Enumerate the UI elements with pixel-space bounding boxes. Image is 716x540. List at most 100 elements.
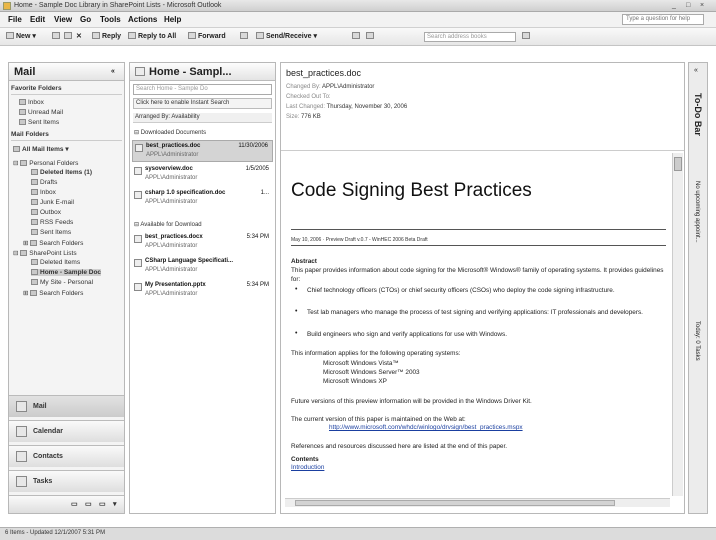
tasks-label: Today: 0 Tasks [694,321,700,361]
menu-view[interactable]: View [54,15,72,24]
send-receive-button[interactable]: Send/Receive ▾ [256,32,317,40]
list-item[interactable]: csharp 1.0 specification.doc 1... APPL\Adm… [132,188,273,210]
menu-edit[interactable]: Edit [30,15,45,24]
toolbar: New ▾ ✕ Reply Reply to All Forward Send/… [0,28,716,46]
folder-drafts[interactable]: Drafts [31,179,57,186]
notes-icon[interactable]: ▭ [71,500,78,508]
scroll-thumb[interactable] [295,500,615,506]
vertical-scrollbar[interactable] [672,153,683,496]
personal-folders-icon [20,160,28,166]
move-button[interactable] [64,32,74,40]
nav-header: Mail « [9,63,124,81]
new-button[interactable]: New ▾ [6,32,36,40]
os-item: Microsoft Windows Server™ 2003 [323,369,420,376]
junk-mail-icon [31,199,38,205]
flag-button[interactable] [240,32,250,40]
close-button[interactable]: × [700,2,704,9]
send-receive-icon [256,32,264,39]
nav-tasks-button[interactable]: Tasks [9,470,124,492]
sent-items-icon [31,229,38,235]
applies-text: This information applies for the followi… [291,350,461,357]
bullet-item: Test lab managers who manage the process… [307,309,643,316]
list-item[interactable]: My Presentation.pptx 5:34 PM APPL\Administ… [132,280,273,302]
fav-unread-mail[interactable]: Unread Mail [19,109,63,116]
folder-my-site[interactable]: My Site - Personal [31,279,93,286]
document-date-line: May 10, 2006 · Preview Draft v.0.7 - Win… [291,237,428,243]
list-item[interactable]: best_practices.doc 11/30/2006 APPL\Adminis… [132,140,273,162]
arranged-by-header[interactable]: Arranged By: Availability [133,113,272,123]
reply-all-button[interactable]: Reply to All [128,32,176,40]
document-title: Code Signing Best Practices [291,180,532,201]
all-mail-items[interactable]: All Mail Items ▾ [13,145,69,153]
folder-home-sample-doc[interactable]: Home - Sample Doc [31,269,102,276]
folder-inbox[interactable]: Inbox [31,189,56,196]
references-text: References and resources discussed here … [291,443,507,450]
help-button[interactable] [522,32,532,40]
menu-tools[interactable]: Tools [100,15,121,24]
enable-instant-search-button[interactable]: Click here to enable Instant Search [133,98,272,109]
maximize-button[interactable]: □ [686,2,690,9]
delete-button[interactable]: ✕ [76,32,82,40]
navigation-pane: Mail « Favorite Folders Inbox Unread Mail… [8,62,125,514]
list-item[interactable]: sysoverview.doc 1/5/2005 APPL\Administrato… [132,164,273,186]
folder-search-folders-2[interactable]: ⊞ Search Folders [23,289,83,297]
reading-header: best_practices.doc Changed By: APPL\Admi… [281,63,684,151]
list-item[interactable]: best_practices.docx 5:34 PM APPL\Administr… [132,232,273,254]
fav-sent-items[interactable]: Sent Items [19,119,59,126]
folder-personal-folders[interactable]: ⊟ Personal Folders [13,159,78,167]
folder-sharepoint-lists[interactable]: ⊟ SharePoint Lists [13,249,77,257]
os-item: Microsoft Windows Vista™ [323,360,399,367]
menu-file[interactable]: File [8,15,22,24]
menu-go[interactable]: Go [80,15,91,24]
folder-outbox[interactable]: Outbox [31,209,61,216]
folder-list-icon[interactable]: ▭ [85,500,92,508]
web-link[interactable]: http://www.microsoft.com/whdc/winlogo/dr… [329,424,523,431]
todo-bar-title[interactable]: To-Do Bar [693,93,703,136]
folder-rss-feeds[interactable]: RSS Feeds [31,219,73,226]
folder-sent-items[interactable]: Sent Items [31,229,71,236]
collapse-nav-icon[interactable]: « [111,68,115,75]
folder-sp-deleted-items[interactable]: Deleted Items [31,259,80,266]
reply-icon [92,32,100,39]
horizontal-scrollbar[interactable] [285,498,670,507]
group-downloaded[interactable]: ⊟ Downloaded Documents [134,129,206,136]
configure-buttons-icon[interactable]: ▾ [113,500,117,508]
forward-button[interactable]: Forward [188,32,226,40]
reply-button[interactable]: Reply [92,32,121,40]
print-button[interactable] [52,32,62,40]
help-icon [522,32,530,39]
mail-folders-header[interactable]: Mail Folders [11,131,122,141]
contacts-icon [16,451,27,462]
document-library-icon [31,279,38,285]
word-doc-icon [134,191,142,199]
favorite-folders-header[interactable]: Favorite Folders [11,85,122,95]
group-available[interactable]: ⊟ Available for Download [134,221,202,228]
introduction-link[interactable]: Introduction [291,464,324,471]
instant-search-input[interactable]: Search Home - Sample Do [133,84,272,95]
search-button[interactable] [352,32,362,40]
list-item[interactable]: CSharp Language Specificati... APPL\Admin… [132,256,273,278]
menu-actions[interactable]: Actions [128,15,157,24]
scroll-thumb[interactable] [674,157,682,171]
minimize-button[interactable]: _ [672,2,676,9]
list-title: Home - Sampl... [149,66,232,78]
expand-todo-icon[interactable]: « [694,67,698,74]
ask-question-input[interactable]: Type a question for help [622,14,704,25]
fav-inbox[interactable]: Inbox [19,99,44,106]
folder-search-folders[interactable]: ⊞ Search Folders [23,239,83,247]
address-book-icon [366,32,374,39]
nav-calendar-button[interactable]: Calendar [9,420,124,442]
new-mail-icon [6,32,14,39]
status-text: 6 Items - Updated 12/1/2007 5:31 PM [5,530,106,536]
shortcuts-icon[interactable]: ▭ [99,500,106,508]
folder-junk-email[interactable]: Junk E-mail [31,199,74,206]
address-book-search-input[interactable]: Search address books [424,32,516,42]
nav-contacts-button[interactable]: Contacts [9,445,124,467]
folder-deleted-items[interactable]: Deleted Items (1) [31,169,92,176]
forward-icon [188,32,196,39]
bullet-item: Chief technology officers (CTOs) or chie… [307,287,615,294]
address-book-button[interactable] [366,32,376,40]
menu-help[interactable]: Help [164,15,181,24]
nav-mail-button[interactable]: Mail [9,395,124,417]
bullet-icon: • [295,286,298,293]
